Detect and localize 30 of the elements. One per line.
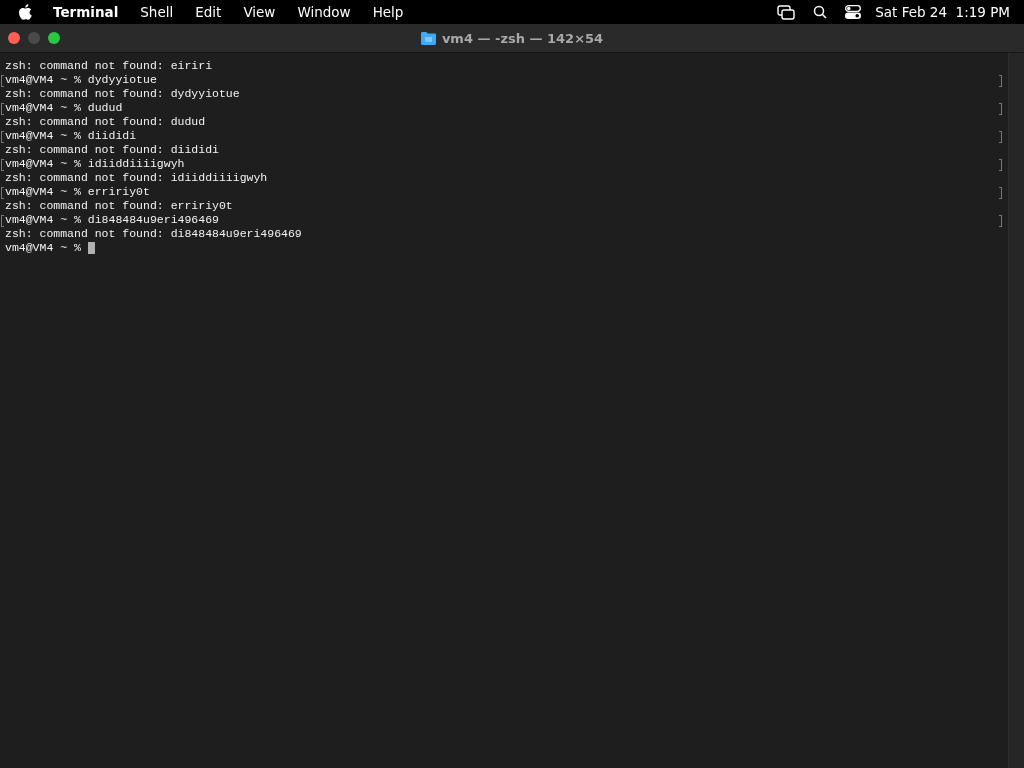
terminal-line: zsh: command not found: diididi	[5, 143, 219, 157]
terminal-line: vm4@VM4 ~ % dydyyiotue	[5, 73, 157, 87]
search-icon[interactable]	[813, 5, 828, 19]
folder-icon	[420, 31, 436, 45]
menu-bar-clock[interactable]: Sat Feb 24 1:19 PM	[875, 4, 1010, 20]
terminal-line: zsh: command not found: di848484u9eri496469	[5, 227, 302, 241]
terminal-line: vm4@VM4 ~ % di848484u9eri496469	[5, 213, 219, 227]
menu-item[interactable]: View	[243, 4, 276, 20]
terminal-line: vm4@VM4 ~ % erririy0t	[5, 185, 150, 199]
terminal-line: zsh: command not found: erririy0t	[5, 199, 233, 213]
menu-item[interactable]: Terminal	[53, 4, 119, 20]
terminal-line: zsh: command not found: dudud	[5, 115, 206, 129]
terminal-line: zsh: command not found: dydyyiotue	[5, 87, 240, 101]
menu-item[interactable]: Shell	[140, 4, 174, 20]
close-button[interactable]	[8, 32, 20, 44]
menu-item[interactable]: Help	[372, 4, 404, 20]
control-center-icon[interactable]	[845, 5, 862, 19]
text-cursor	[87, 242, 95, 254]
apple-logo-icon[interactable]	[18, 4, 32, 20]
screen-mirroring-icon[interactable]	[777, 4, 796, 20]
zoom-button[interactable]	[48, 32, 60, 44]
terminal-line: vm4@VM4 ~ % diididi	[5, 129, 137, 143]
terminal-prompt: vm4@VM4 ~ %	[5, 241, 81, 255]
menu-item[interactable]: Edit	[195, 4, 222, 20]
menu-item[interactable]: Window	[297, 4, 351, 20]
terminal-line: zsh: command not found: idiiddiiiigwyh	[5, 171, 268, 185]
window-title: vm4 — -zsh — 142×54	[441, 30, 604, 46]
terminal-line: vm4@VM4 ~ % idiiddiiiigwyh	[5, 157, 185, 171]
terminal-line: zsh: command not found: eiriri	[5, 59, 213, 73]
terminal-line: vm4@VM4 ~ % dudud	[5, 101, 123, 115]
